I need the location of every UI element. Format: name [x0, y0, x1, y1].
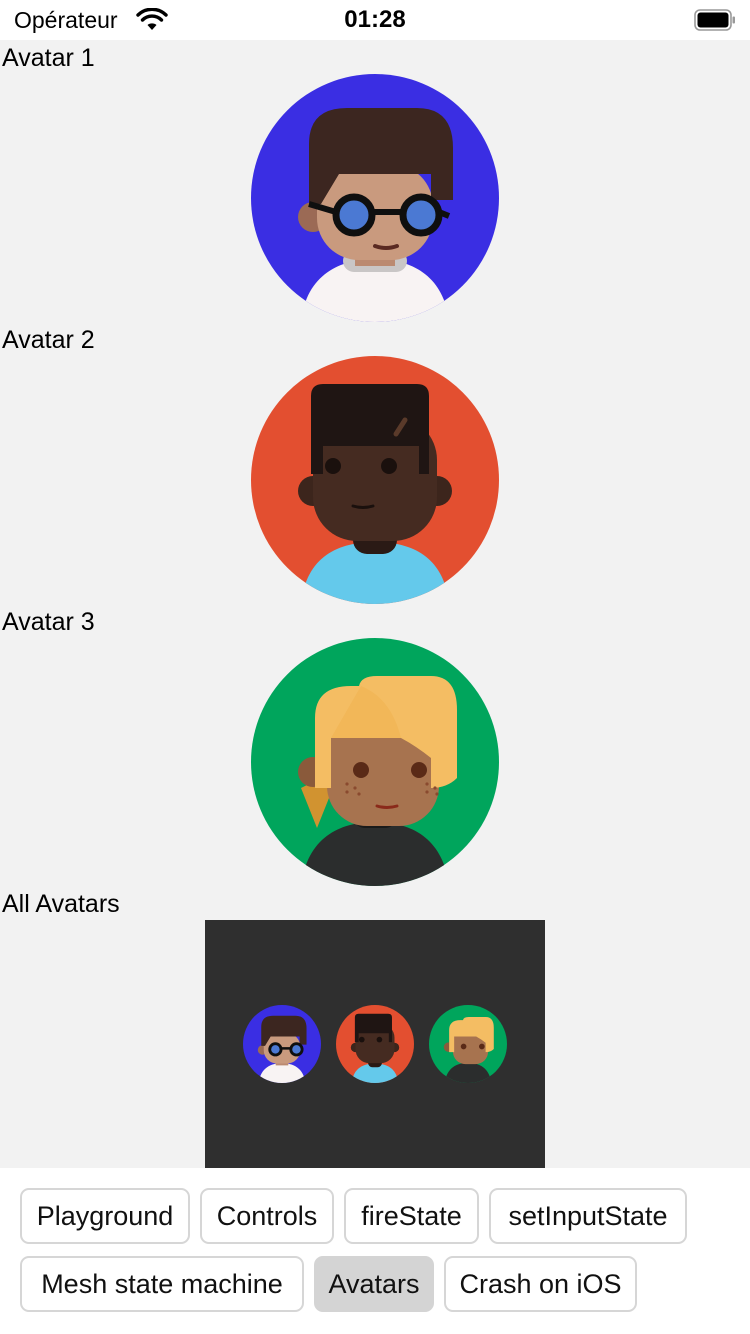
mini-avatar-3[interactable]	[429, 1005, 507, 1083]
demo-button-bar: Playground Controls fireState setInputSt…	[0, 1168, 750, 1334]
mini-avatar-1[interactable]	[243, 1005, 321, 1083]
mini-avatar-2[interactable]	[336, 1005, 414, 1083]
avatar-1-label: Avatar 1	[2, 44, 95, 72]
playground-button[interactable]: Playground	[20, 1188, 190, 1244]
setinputstate-button[interactable]: setInputState	[489, 1188, 687, 1244]
firestate-button[interactable]: fireState	[344, 1188, 479, 1244]
avatar-2-label: Avatar 2	[2, 326, 95, 354]
avatar-2-image[interactable]	[251, 356, 499, 604]
avatars-button[interactable]: Avatars	[314, 1256, 434, 1312]
avatar-1-image[interactable]	[251, 74, 499, 322]
clock: 01:28	[344, 6, 406, 33]
battery-icon	[694, 9, 735, 31]
avatar-3-label: Avatar 3	[2, 608, 95, 636]
all-avatars-label: All Avatars	[2, 890, 120, 918]
status-bar: Opérateur 01:28	[0, 0, 750, 40]
crash-on-ios-button[interactable]: Crash on iOS	[444, 1256, 637, 1312]
controls-button[interactable]: Controls	[200, 1188, 334, 1244]
avatar-3-image[interactable]	[251, 638, 499, 886]
all-avatars-panel	[205, 920, 545, 1168]
mesh-state-machine-button[interactable]: Mesh state machine	[20, 1256, 304, 1312]
